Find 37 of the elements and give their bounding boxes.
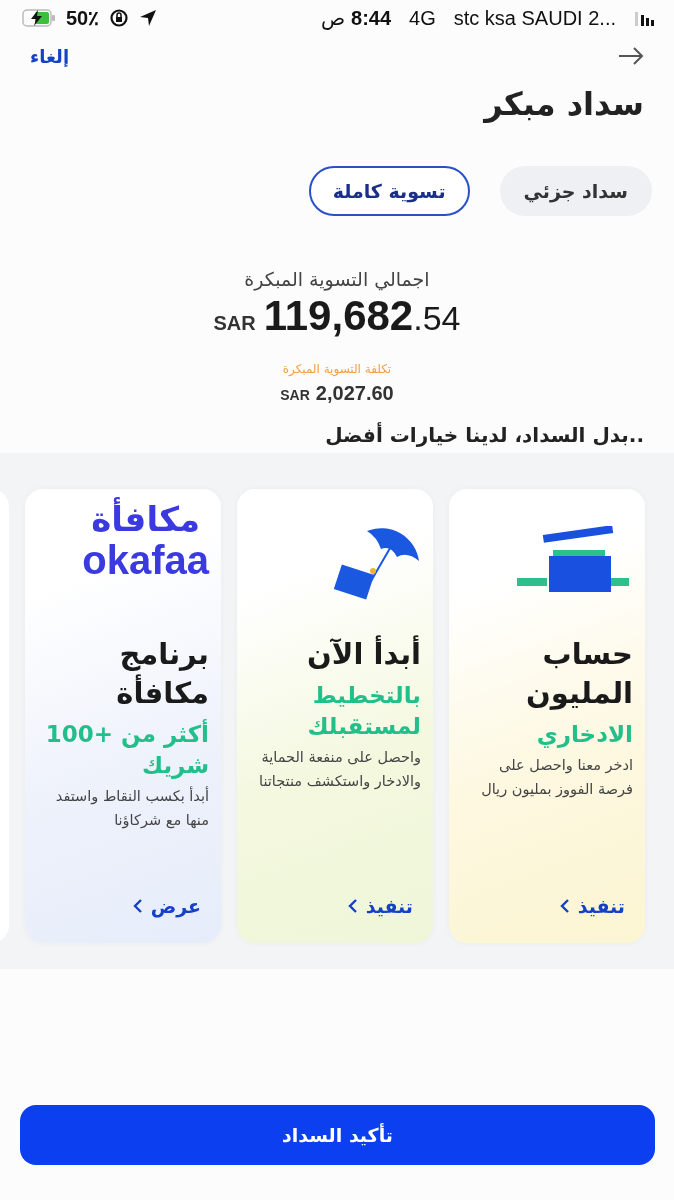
card-action-link[interactable]: تنفيذ [559,895,633,917]
confirm-payment-button[interactable]: تأكيد السداد [20,1105,655,1165]
network-type: 4G [409,6,436,30]
chevron-icon [559,898,570,914]
fee-amount: 2,027.60 [315,382,394,405]
card-subtitle: أكثر من +100 شريك [44,719,209,781]
signal-icon [634,10,656,26]
card-title: أبدأ الآن [306,635,421,673]
card-description: واحصل على منفعة الحماية والادخار واستكشف منتجاتنا [258,748,421,792]
card-subtitle: بالتخطيط لمستقبلك [306,681,421,742]
card-description: أبدأ بكسب النقاط واستفد منها مع شركاؤنا [54,785,209,831]
carrier-name: stc ksa SAUDI 2... [453,6,616,30]
card-title: برنامج مكافأة [115,636,209,713]
battery-percentage: 50٪ [66,6,100,30]
location-icon [139,9,158,27]
card-title: حساب المليون [525,636,633,713]
total-label: اجمالي التسوية المبكرة [244,268,430,290]
card-description: ادخر معنا واحصل على فرصة الفووز بمليون ريال [480,756,633,800]
offers-heading: ..بدل السداد، لدينا خيارات أفضل [325,423,644,447]
orientation-lock-icon [109,8,130,28]
page-title: سداد مبكر [482,84,644,125]
tab[interactable]: تسوية كاملة [308,166,470,216]
offer-card[interactable]: حساب المليون الادخاري ادخر معنا واحصل على فرصة الفووز بمليون ريال تنفيذ [449,489,645,943]
back-arrow-icon[interactable] [618,46,644,66]
card-subtitle: الادخاري [535,720,633,750]
chevron-icon [132,898,143,914]
card-action-link[interactable]: تنفيذ [347,895,421,917]
offer-card[interactable]: أبدأ الآن بالتخطيط لمستقبلك واحصل على منفعة الحماية والادخار واستكشف منتجاتنا تنفيذ [237,489,433,943]
fee-label: تكلفة التسوية المبكرة [282,362,392,376]
cancel-link[interactable]: إلغاء [30,45,70,67]
currency-label: SAR [213,312,256,335]
battery-icon [22,8,56,28]
currency-label: SAR [280,387,310,403]
tab[interactable]: سداد جزئي [499,166,652,216]
card-action-link[interactable]: عرض [132,895,209,917]
total-amount: 119,682.54 [263,292,461,340]
chevron-icon [347,898,358,914]
